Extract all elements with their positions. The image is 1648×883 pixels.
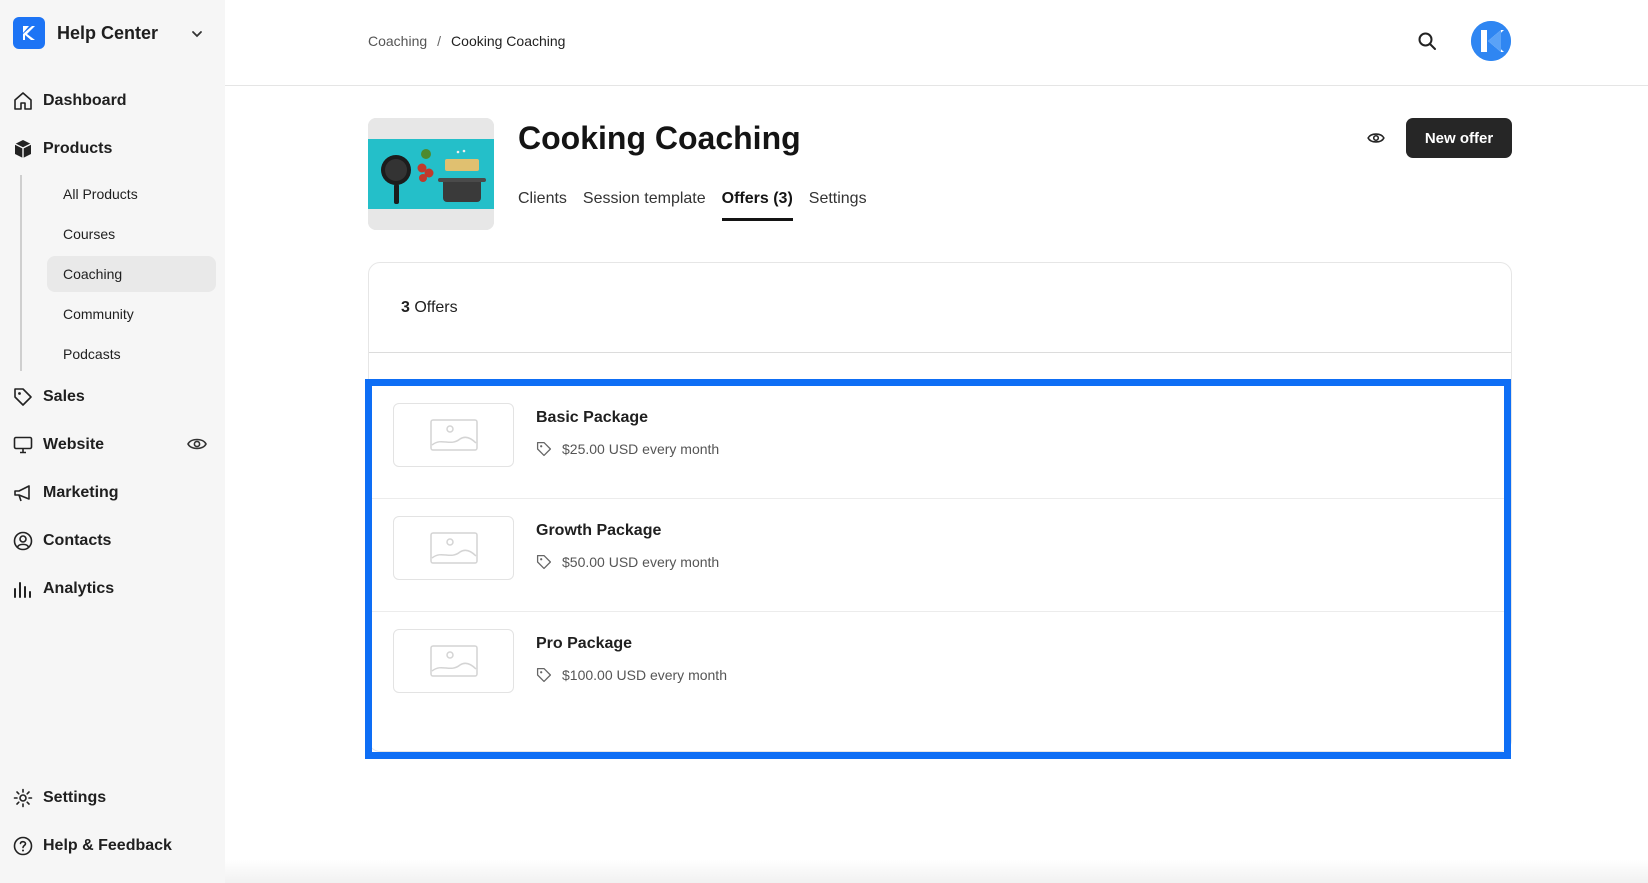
nav-contacts[interactable]: Contacts: [12, 523, 217, 559]
bottom-shade: [225, 860, 1648, 883]
tab-session-template[interactable]: Session template: [583, 190, 706, 221]
search-icon[interactable]: [1415, 29, 1439, 53]
nav-dashboard[interactable]: Dashboard: [12, 83, 217, 119]
nav-label: Website: [43, 436, 105, 453]
brand-logo-icon: [13, 17, 45, 49]
offers-count-label: Offers: [414, 299, 458, 316]
nav-label: Help & Feedback: [43, 837, 172, 854]
product-tabs: Clients Session template Offers (3) Sett…: [518, 190, 867, 221]
preview-eye-icon[interactable]: [1364, 128, 1388, 148]
brand-switcher[interactable]: Help Center: [13, 17, 213, 49]
product-cover-image: [368, 118, 494, 230]
breadcrumb: Coaching / Cooking Coaching: [368, 33, 565, 49]
sidebar: Help Center Dashboard Products All Produ…: [0, 0, 225, 883]
offers-count-number: 3: [401, 299, 410, 316]
brand-title: Help Center: [57, 22, 159, 43]
offers-count: 3 Offers: [401, 299, 458, 317]
nav-analytics[interactable]: Analytics: [12, 571, 217, 607]
nav-website[interactable]: Website: [12, 427, 217, 463]
nav-label: Dashboard: [43, 92, 127, 109]
nav-marketing[interactable]: Marketing: [12, 475, 217, 511]
tag-icon: [12, 386, 34, 408]
gear-icon: [12, 787, 34, 809]
help-icon: [12, 835, 34, 857]
subnav-courses[interactable]: Courses: [47, 216, 216, 252]
nav-label: Contacts: [43, 532, 112, 549]
breadcrumb-current: Cooking Coaching: [451, 33, 566, 49]
nav-label: Products: [43, 140, 113, 157]
top-bar: Coaching / Cooking Coaching: [225, 0, 1648, 86]
eye-icon[interactable]: [187, 436, 207, 457]
offers-card-header: 3 Offers: [369, 263, 1511, 353]
nav-help-feedback[interactable]: Help & Feedback: [12, 828, 217, 864]
subnav-podcasts[interactable]: Podcasts: [47, 336, 216, 372]
subnav-divider: [20, 175, 22, 371]
nav-label: Analytics: [43, 580, 115, 597]
new-offer-button[interactable]: New offer: [1406, 118, 1512, 158]
nav-products[interactable]: Products: [12, 131, 217, 167]
tab-offers[interactable]: Offers (3): [721, 190, 793, 221]
tab-settings[interactable]: Settings: [809, 190, 867, 221]
monitor-icon: [12, 434, 34, 456]
subnav-all-products[interactable]: All Products: [47, 176, 216, 212]
nav-sales[interactable]: Sales: [12, 379, 217, 415]
user-circle-icon: [12, 530, 34, 552]
home-icon: [12, 90, 34, 112]
chevron-down-icon[interactable]: [191, 27, 203, 45]
offers-highlight-box: [365, 379, 1511, 759]
nav-label: Settings: [43, 789, 107, 806]
page-title: Cooking Coaching: [518, 120, 801, 156]
box-icon: [12, 138, 34, 160]
breadcrumb-separator: /: [437, 33, 442, 49]
bar-chart-icon: [12, 578, 34, 600]
nav-settings[interactable]: Settings: [12, 780, 217, 816]
megaphone-icon: [12, 482, 34, 504]
nav-label: Marketing: [43, 484, 119, 501]
tab-clients[interactable]: Clients: [518, 190, 567, 221]
avatar[interactable]: [1471, 21, 1511, 61]
nav-label: Sales: [43, 388, 85, 405]
subnav-community[interactable]: Community: [47, 296, 216, 332]
subnav-coaching[interactable]: Coaching: [47, 256, 216, 292]
breadcrumb-link-coaching[interactable]: Coaching: [368, 33, 427, 49]
